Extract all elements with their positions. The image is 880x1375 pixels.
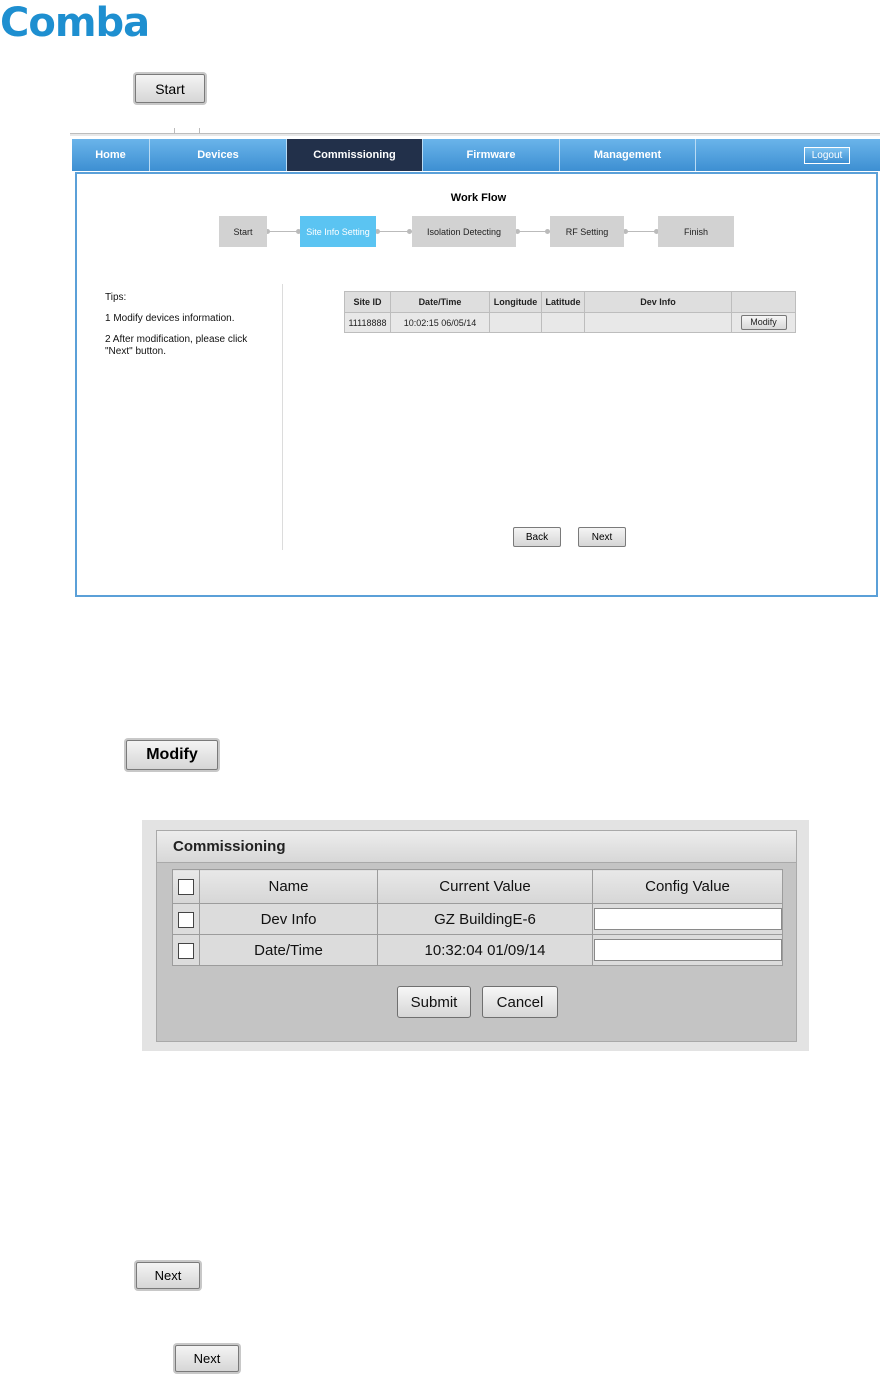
nav-tab-commissioning[interactable]: Commissioning xyxy=(287,139,423,171)
col-header xyxy=(731,291,796,313)
col-header: Current Value xyxy=(377,869,593,904)
cell-site-id: 11118888 xyxy=(344,312,391,333)
cell-current-value: 10:32:04 01/09/14 xyxy=(377,934,593,966)
cell-action: Modify xyxy=(731,312,796,333)
row-modify-button[interactable]: Modify xyxy=(740,315,787,330)
config-table: Name Current Value Config Value Dev Info… xyxy=(172,869,783,966)
commissioning-window: Home Devices Commissioning Firmware Mana… xyxy=(70,128,880,603)
col-header: Longitude xyxy=(489,291,542,313)
cell-config-value xyxy=(592,903,783,935)
date-time-config-input[interactable] xyxy=(593,939,782,961)
vertical-divider xyxy=(282,284,283,550)
cell-latitude xyxy=(541,312,585,333)
row-checkbox[interactable] xyxy=(178,911,194,928)
table-row: 11118888 10:02:15 06/05/14 Modify xyxy=(344,312,796,333)
step-finish: Finish xyxy=(658,216,734,247)
workflow-title: Work Flow xyxy=(450,192,507,204)
comba-logo: Comba xyxy=(0,0,150,46)
cell-config-value xyxy=(592,934,783,966)
table-row: Date/Time 10:32:04 01/09/14 xyxy=(172,934,783,966)
cell-current-value: GZ BuildingE-6 xyxy=(377,903,593,935)
tip-item: 1 Modify devices information. xyxy=(105,313,235,324)
main-nav: Home Devices Commissioning Firmware Mana… xyxy=(72,139,880,171)
nav-tab-management[interactable]: Management xyxy=(560,139,696,171)
next-button[interactable]: Next xyxy=(578,527,626,547)
step-site-info-setting: Site Info Setting xyxy=(300,216,376,247)
dev-info-config-input[interactable] xyxy=(593,908,782,930)
start-button[interactable]: Start xyxy=(135,74,205,103)
select-all-cell xyxy=(172,869,200,904)
row-check-cell xyxy=(172,903,200,935)
nav-tab-devices[interactable]: Devices xyxy=(150,139,287,171)
col-header: Dev Info xyxy=(584,291,732,313)
tips-heading: Tips: xyxy=(105,292,127,303)
site-info-table: Site ID Date/Time Longitude Latitude Dev… xyxy=(344,291,796,333)
tips-panel: Tips: 1 Modify devices information. 2 Af… xyxy=(105,292,265,367)
table-row: Dev Info GZ BuildingE-6 xyxy=(172,903,783,935)
col-header: Name xyxy=(199,869,378,904)
row-checkbox[interactable] xyxy=(178,942,194,959)
next-button-1[interactable]: Next xyxy=(136,1262,200,1289)
row-check-cell xyxy=(172,934,200,966)
cell-longitude xyxy=(489,312,542,333)
nav-tab-firmware[interactable]: Firmware xyxy=(423,139,560,171)
tab-notch xyxy=(174,128,200,134)
back-button[interactable]: Back xyxy=(513,527,561,547)
cell-name: Date/Time xyxy=(199,934,378,966)
content-panel: Work Flow Start Site Info Setting Isolat… xyxy=(75,172,878,597)
cell-name: Dev Info xyxy=(199,903,378,935)
step-rf-setting: RF Setting xyxy=(550,216,624,247)
next-button-2[interactable]: Next xyxy=(175,1345,239,1372)
cell-dev-info xyxy=(584,312,732,333)
submit-button[interactable]: Submit xyxy=(397,986,471,1018)
cell-date-time: 10:02:15 06/05/14 xyxy=(390,312,490,333)
col-header: Config Value xyxy=(592,869,783,904)
col-header: Date/Time xyxy=(390,291,490,313)
logout-button[interactable]: Logout xyxy=(804,147,850,164)
commissioning-dialog: Commissioning Name Current Value Config … xyxy=(156,830,797,1042)
dialog-title: Commissioning xyxy=(157,831,796,863)
step-isolation-detecting: Isolation Detecting xyxy=(412,216,516,247)
step-start: Start xyxy=(219,216,267,247)
step-connector xyxy=(624,231,658,232)
col-header: Site ID xyxy=(344,291,391,313)
select-all-checkbox[interactable] xyxy=(178,879,194,896)
cancel-button[interactable]: Cancel xyxy=(482,986,558,1018)
tip-item: 2 After modification, please click "Next… xyxy=(105,334,248,357)
nav-tab-home[interactable]: Home xyxy=(72,139,150,171)
col-header: Latitude xyxy=(541,291,585,313)
modify-button[interactable]: Modify xyxy=(126,740,218,770)
